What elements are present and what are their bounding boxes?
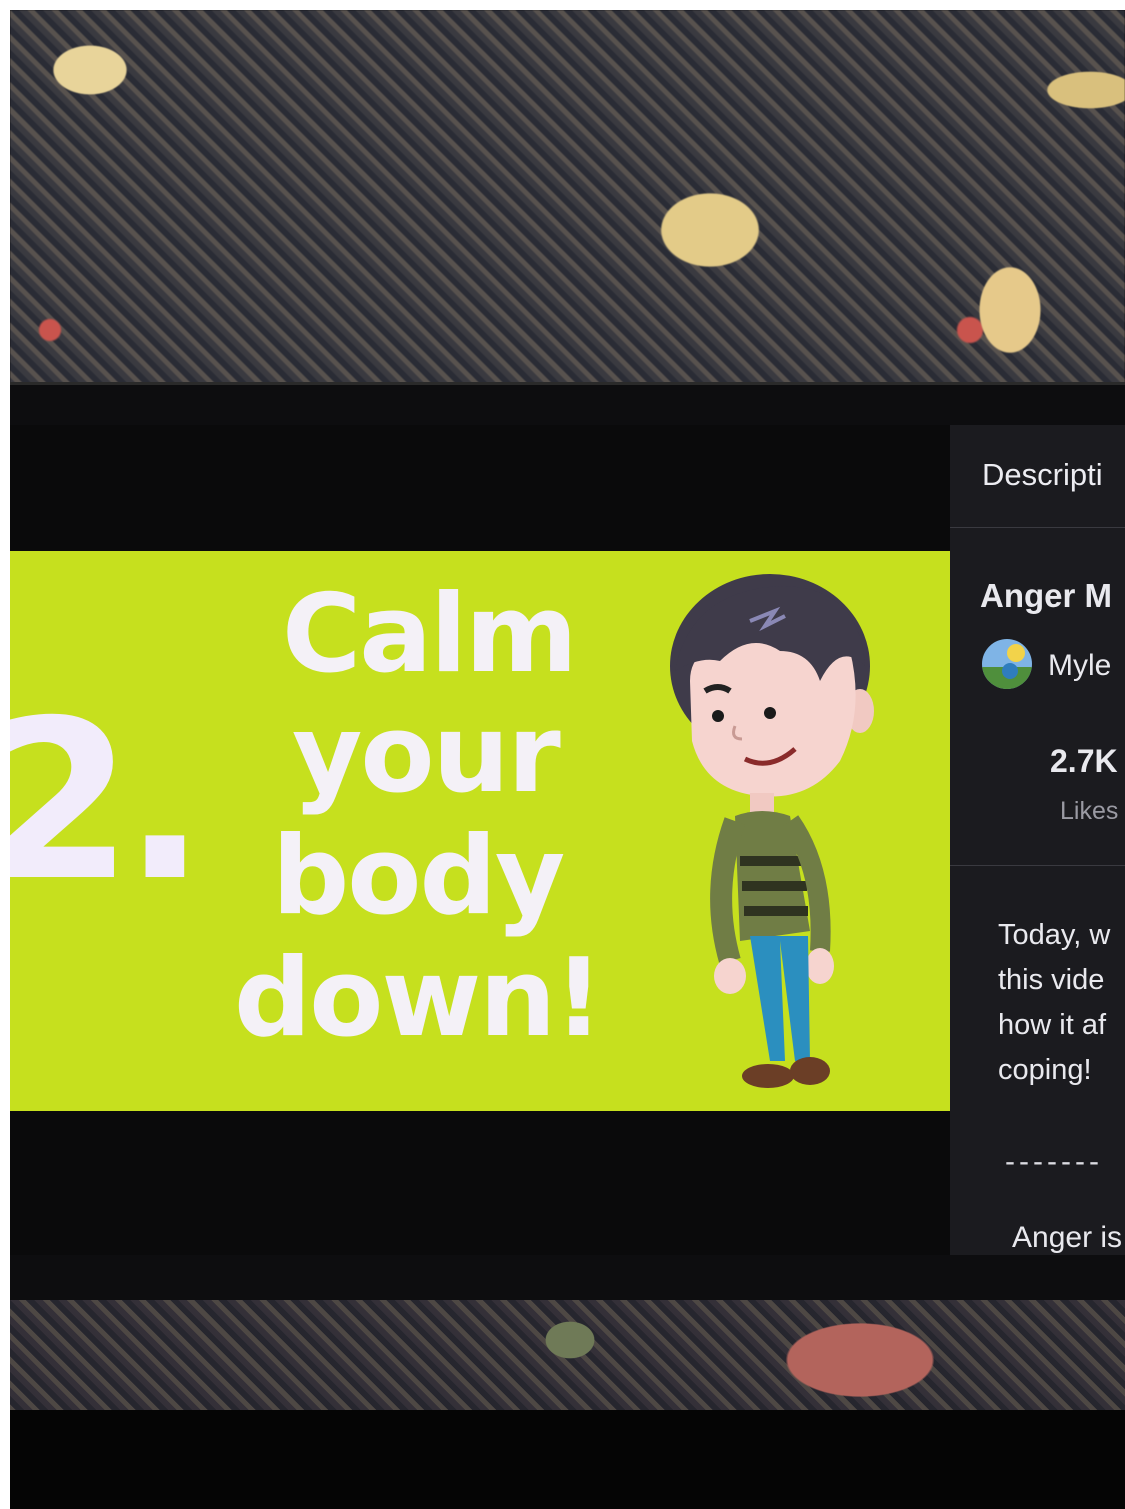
description-line: Today, w bbox=[998, 919, 1111, 951]
phone: 2. Calm your body down! Descripti Anger … bbox=[10, 382, 1125, 1306]
description-panel: Descripti Anger M Myle 2.7K Likes Today,… bbox=[950, 425, 1125, 1255]
description-line: this vide bbox=[998, 964, 1105, 996]
headline-line-4: down! bbox=[234, 936, 603, 1061]
headline-line-3: body bbox=[272, 814, 565, 939]
description-next-paragraph: Anger is bbox=[1012, 1221, 1123, 1254]
video-player[interactable]: 2. Calm your body down! bbox=[10, 425, 978, 1255]
carpet-background bbox=[10, 1300, 1125, 1420]
video-title: Anger M bbox=[980, 577, 1112, 614]
character-shoe-right bbox=[790, 1057, 830, 1085]
description-separator: ------- bbox=[1005, 1145, 1103, 1178]
character-eye-left bbox=[712, 710, 724, 722]
carpet-background bbox=[10, 10, 1125, 410]
likes-count: 2.7K bbox=[1050, 743, 1118, 779]
video-frame[interactable]: 2. Calm your body down! bbox=[10, 551, 978, 1111]
character-eye-right bbox=[764, 707, 776, 719]
phone-screen: 2. Calm your body down! Descripti Anger … bbox=[10, 425, 1125, 1255]
description-header: Descripti bbox=[982, 457, 1103, 492]
description-line: coping! bbox=[998, 1054, 1092, 1086]
cartoon-character bbox=[670, 574, 874, 1088]
divider bbox=[950, 865, 1125, 866]
dark-floor bbox=[10, 1410, 1125, 1509]
likes-label: Likes bbox=[1060, 797, 1119, 825]
headline-line-1: Calm bbox=[282, 572, 578, 697]
headline-line-2: your bbox=[292, 692, 561, 817]
photo-scene: 2. Calm your body down! Descripti Anger … bbox=[10, 10, 1125, 1509]
character-shoe-left bbox=[742, 1064, 794, 1088]
character-jeans bbox=[750, 936, 810, 1061]
step-number: 2. bbox=[10, 673, 207, 929]
channel-name[interactable]: Myle bbox=[1048, 649, 1111, 683]
divider bbox=[950, 527, 1125, 528]
channel-avatar-icon[interactable] bbox=[982, 639, 1032, 689]
description-line: how it af bbox=[998, 1009, 1106, 1041]
description-text: Today, w this vide how it af coping! bbox=[998, 913, 1125, 1093]
